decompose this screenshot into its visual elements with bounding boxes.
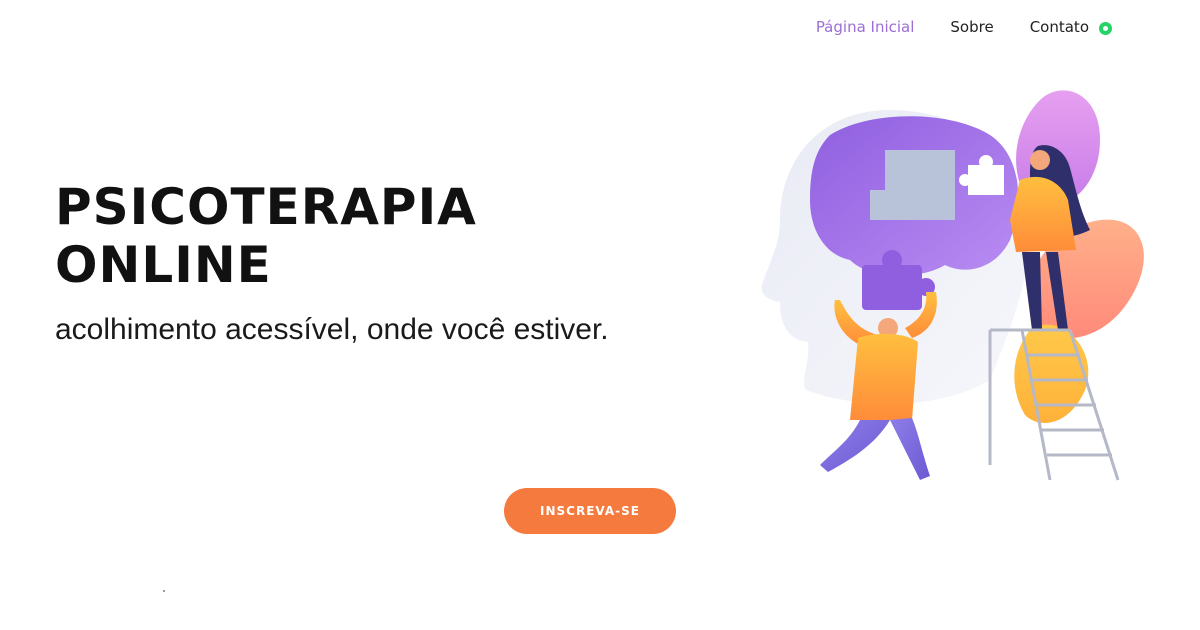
hero-title: PSICOTERAPIA ONLINE <box>55 178 477 294</box>
hero-title-line2: ONLINE <box>55 236 272 294</box>
leaf-yellow <box>1014 324 1089 423</box>
whatsapp-icon[interactable] <box>1099 21 1112 35</box>
nav-item-pagina-inicial[interactable]: Página Inicial <box>816 18 915 36</box>
hero-subtitle: acolhimento acessível, onde você estiver… <box>55 313 609 346</box>
brain-puzzle <box>810 116 1019 276</box>
nav-item-sobre[interactable]: Sobre <box>950 18 993 36</box>
hero-title-line1: PSICOTERAPIA <box>55 178 477 236</box>
main-nav: Página Inicial Sobre Contato <box>816 18 1112 36</box>
hero-illustration <box>761 90 1144 481</box>
subscribe-button[interactable]: INSCREVA-SE <box>504 488 676 534</box>
nav-item-contato[interactable]: Contato <box>1030 18 1112 36</box>
decorative-dot <box>163 590 165 592</box>
nav-item-contato-label: Contato <box>1029 18 1089 36</box>
